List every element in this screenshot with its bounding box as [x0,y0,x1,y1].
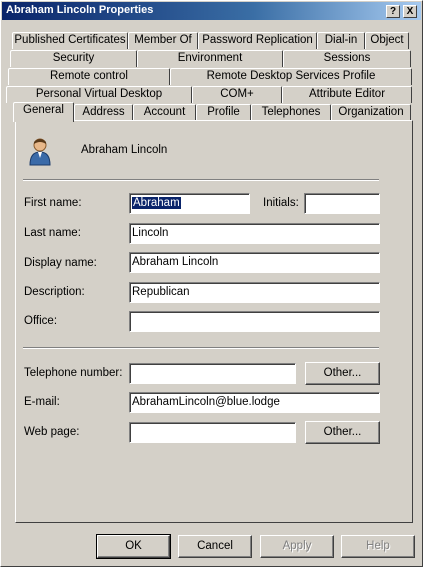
tab-profile[interactable]: Profile [196,104,251,121]
webpage-label: Web page: [24,426,80,438]
tab-sessions[interactable]: Sessions [283,50,411,67]
properties-dialog: Abraham Lincoln Properties ? X Published… [0,0,423,567]
telephone-other-button[interactable]: Other... [305,362,380,385]
initials-label: Initials: [263,197,299,209]
tab-account[interactable]: Account [133,104,196,121]
description-label: Description: [24,286,85,298]
description-field[interactable]: Republican [129,282,380,303]
tab-remote-desktop-services-profile[interactable]: Remote Desktop Services Profile [170,68,412,85]
tab-telephones[interactable]: Telephones [251,104,331,121]
tab-environment[interactable]: Environment [137,50,283,67]
webpage-other-button[interactable]: Other... [305,421,380,444]
apply-button[interactable]: Apply [260,535,334,558]
office-label: Office: [24,315,58,327]
help-title-button[interactable]: ? [386,5,400,18]
tab-general[interactable]: General [13,102,74,122]
first-name-value: Abraham [132,197,181,209]
display-name-field[interactable]: Abraham Lincoln [129,252,380,273]
last-name-field[interactable]: Lincoln [129,223,380,244]
close-title-button[interactable]: X [403,5,417,18]
ok-button[interactable]: OK [96,534,171,559]
last-name-label: Last name: [24,227,81,239]
tab-remote-control[interactable]: Remote control [8,68,170,85]
initials-field[interactable] [304,193,380,214]
office-field[interactable] [129,311,380,332]
display-name-label: Display name: [24,257,97,269]
tab-security[interactable]: Security [10,50,137,67]
title-bar[interactable]: Abraham Lincoln Properties ? X [2,2,421,20]
tab-published-certificates[interactable]: Published Certificates [12,32,128,49]
window-title: Abraham Lincoln Properties [6,4,154,16]
email-label: E-mail: [24,396,60,408]
tab-organization[interactable]: Organization [331,104,411,121]
webpage-field[interactable] [129,422,296,443]
tab-dial-in[interactable]: Dial-in [317,32,365,49]
tab-password-replication[interactable]: Password Replication [198,32,317,49]
first-name-label: First name: [24,197,82,209]
tab-address[interactable]: Address [74,104,133,121]
cancel-button[interactable]: Cancel [178,535,252,558]
user-icon [29,138,51,166]
tab-com-plus[interactable]: COM+ [192,86,282,103]
telephone-field[interactable] [129,363,296,384]
tab-attribute-editor[interactable]: Attribute Editor [282,86,412,103]
tab-personal-virtual-desktop[interactable]: Personal Virtual Desktop [6,86,192,103]
tab-member-of[interactable]: Member Of [128,32,198,49]
separator-top [23,179,379,181]
help-button[interactable]: Help [341,535,415,558]
email-field[interactable]: AbrahamLincoln@blue.lodge [129,392,380,413]
first-name-field[interactable]: Abraham [129,193,250,214]
user-display-name: Abraham Lincoln [81,144,168,156]
telephone-label: Telephone number: [24,367,123,379]
tab-object[interactable]: Object [365,32,409,49]
separator-middle [23,347,379,349]
